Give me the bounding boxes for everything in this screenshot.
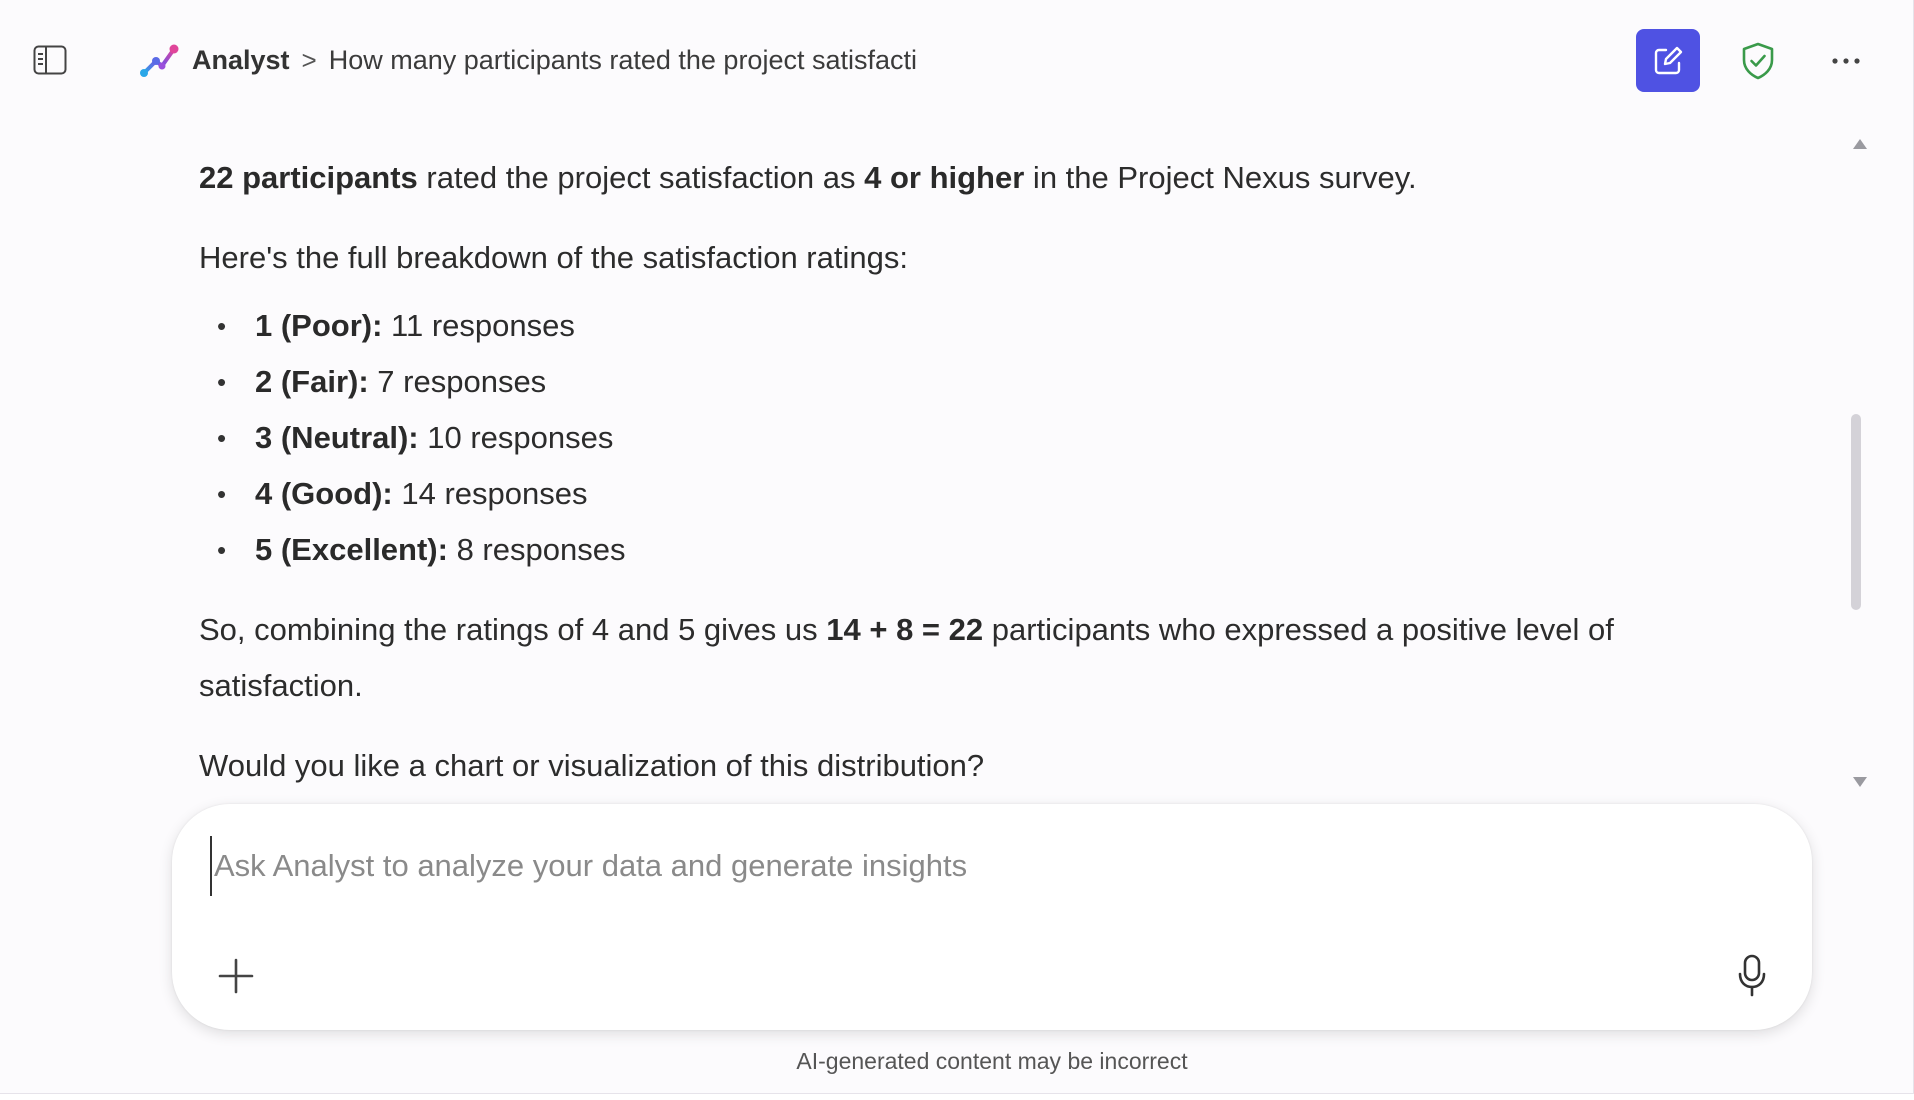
conversation-title: How many participants rated the project … — [328, 44, 917, 75]
breadcrumb-app-name[interactable]: Analyst — [192, 45, 290, 76]
rating-value: 7 responses — [368, 364, 547, 399]
breakdown-intro: Here's the full breakdown of the satisfa… — [199, 240, 908, 275]
rating-value: 14 responses — [392, 476, 588, 511]
answer-text: rated the project satisfaction as — [417, 160, 865, 195]
scroll-up-arrow-icon[interactable] — [1850, 134, 1870, 154]
shield-check-icon — [1742, 42, 1774, 80]
rating-label: 3 (Neutral): — [255, 420, 419, 455]
rating-value: 8 responses — [447, 532, 626, 567]
assistant-message: 22 participants rated the project satisf… — [199, 150, 1669, 794]
plus-icon — [218, 958, 254, 994]
add-attachment-button[interactable] — [212, 952, 260, 1000]
answer-bold-count: 22 participants — [199, 160, 418, 195]
rating-label: 2 (Fair): — [255, 364, 369, 399]
sidebar-toggle-icon — [33, 45, 67, 75]
microphone-icon — [1738, 954, 1766, 997]
answer-summary: 22 participants rated the project satisf… — [199, 150, 1669, 206]
list-item: 4 (Good): 14 responses — [199, 466, 1669, 522]
rating-label: 1 (Poor): — [255, 308, 383, 343]
list-item: 1 (Poor): 11 responses — [199, 298, 1669, 354]
scrollbar-thumb[interactable] — [1851, 414, 1861, 610]
rating-value: 10 responses — [418, 420, 614, 455]
rating-label: 5 (Excellent): — [255, 532, 448, 567]
privacy-shield-button[interactable] — [1734, 38, 1782, 84]
new-chat-button[interactable] — [1636, 29, 1700, 92]
more-horizontal-icon — [1832, 58, 1860, 64]
compose-icon — [1654, 46, 1683, 74]
ai-disclaimer: AI-generated content may be incorrect — [796, 1048, 1188, 1074]
summary-bold-equation: 14 + 8 = 22 — [826, 612, 984, 647]
microphone-button[interactable] — [1728, 950, 1776, 1002]
breadcrumb-separator: > — [301, 44, 317, 75]
analyst-logo-icon — [140, 44, 179, 77]
more-options-button[interactable] — [1822, 38, 1870, 84]
summary-text: So, combining the ratings of 4 and 5 giv… — [199, 612, 827, 647]
followup-question: Would you like a chart or visualization … — [199, 748, 985, 783]
list-item: 2 (Fair): 7 responses — [199, 354, 1669, 410]
list-item: 5 (Excellent): 8 responses — [199, 522, 1669, 578]
scroll-down-arrow-icon[interactable] — [1850, 772, 1870, 792]
ratings-list: 1 (Poor): 11 responses 2 (Fair): 7 respo… — [199, 298, 1669, 578]
composer — [172, 804, 1812, 1030]
answer-text-end: in the Project Nexus survey. — [1024, 160, 1417, 195]
analyst-window: Analyst > How many participants rated th… — [0, 0, 1914, 1094]
summary-paragraph: So, combining the ratings of 4 and 5 giv… — [199, 602, 1669, 714]
rating-label: 4 (Good): — [255, 476, 393, 511]
answer-bold-threshold: 4 or higher — [864, 160, 1025, 195]
list-item: 3 (Neutral): 10 responses — [199, 410, 1669, 466]
breadcrumb: Analyst > How many participants rated th… — [138, 40, 917, 80]
sidebar-toggle-button[interactable] — [28, 40, 72, 80]
rating-value: 11 responses — [382, 308, 575, 343]
chat-input[interactable] — [210, 836, 1750, 896]
header: Analyst > How many participants rated th… — [0, 0, 1914, 120]
